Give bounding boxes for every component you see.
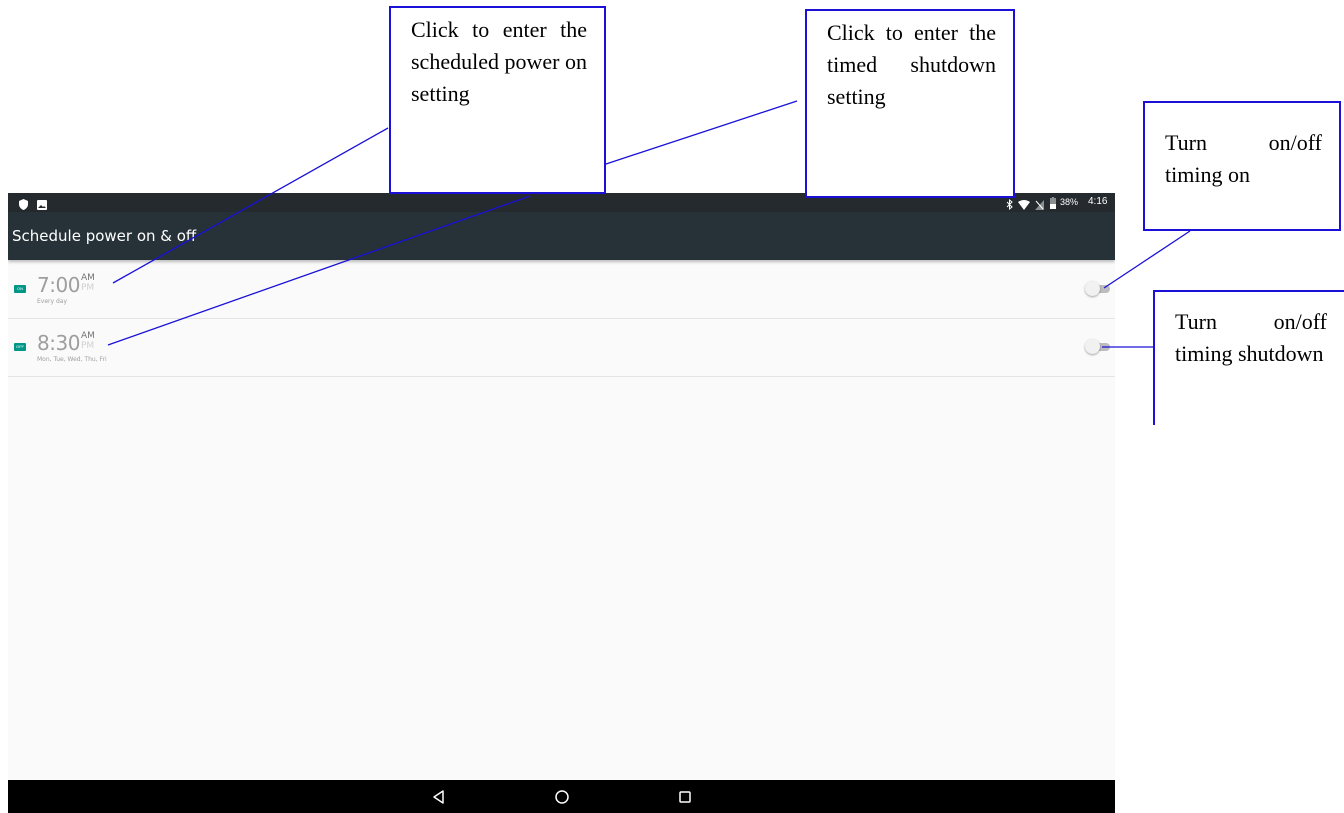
power-on-toggle[interactable]: [1083, 280, 1115, 298]
pm-indicator: PM: [81, 283, 95, 293]
page-title: Schedule power on & off: [12, 227, 197, 245]
back-icon[interactable]: [429, 787, 449, 807]
status-clock: 4:16: [1088, 196, 1108, 207]
recents-icon[interactable]: [675, 787, 695, 807]
app-bar: Schedule power on & off: [8, 212, 1115, 260]
schedule-time: 8:30: [37, 331, 80, 355]
am-indicator: AM: [81, 273, 95, 283]
home-icon[interactable]: [552, 787, 572, 807]
am-indicator: AM: [81, 331, 95, 341]
schedule-days: Every day: [37, 298, 67, 305]
toggle-thumb: [1085, 339, 1100, 354]
toggle-thumb: [1085, 281, 1100, 296]
callout-toggle-shutdown: Turn on/off timing shutdown: [1153, 290, 1344, 425]
callout-toggle-power-on: Turn on/off timing on: [1143, 101, 1341, 231]
schedule-row-power-on[interactable]: ON 7:00 AM PM Every day: [8, 261, 1115, 319]
battery-percent: 38%: [1060, 197, 1079, 207]
power-on-badge: ON: [14, 285, 26, 293]
shutdown-badge: OFF: [14, 343, 26, 351]
schedule-days: Mon, Tue, Wed, Thu, Fri: [37, 356, 107, 363]
navigation-bar: [8, 780, 1115, 813]
schedule-row-shutdown[interactable]: OFF 8:30 AM PM Mon, Tue, Wed, Thu, Fri: [8, 319, 1115, 377]
pm-indicator: PM: [81, 341, 95, 351]
shutdown-toggle[interactable]: [1083, 338, 1115, 356]
schedule-time: 7:00: [37, 273, 80, 297]
device-screen: 38% 4:16 Schedule power on & off ON 7:00…: [8, 193, 1115, 813]
callout-shutdown-setting: Click to enter the timed shutdown settin…: [805, 9, 1015, 198]
callout-power-on-setting: Click to enter the scheduled power on se…: [389, 6, 606, 194]
